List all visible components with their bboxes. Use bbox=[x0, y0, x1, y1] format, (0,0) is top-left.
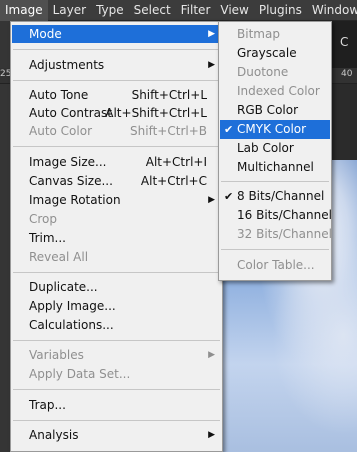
submenu-item-label: 32 Bits/Channel bbox=[237, 227, 332, 241]
submenu-item-label: CMYK Color bbox=[237, 122, 307, 136]
menu-separator bbox=[221, 249, 329, 250]
menu-item-label: Analysis bbox=[29, 428, 79, 442]
menu-item-label: Auto Tone bbox=[29, 88, 89, 102]
ruler-number: 40 bbox=[341, 69, 353, 79]
menu-item-label: Reveal All bbox=[29, 250, 89, 264]
menu-separator bbox=[13, 49, 220, 50]
submenu-item-label: Duotone bbox=[237, 65, 289, 79]
submenu-item-rgb-color[interactable]: RGB Color bbox=[220, 101, 330, 120]
left-panel-strip bbox=[0, 21, 10, 452]
menu-item-reveal-all: Reveal All bbox=[12, 248, 221, 266]
menu-item-duplicate[interactable]: Duplicate... bbox=[12, 278, 221, 296]
submenu-item-label: Grayscale bbox=[237, 46, 297, 60]
submenu-item-bitmap: Bitmap bbox=[220, 25, 330, 44]
menu-window[interactable]: Window bbox=[307, 0, 357, 21]
menu-item-variables: Variables ▶ bbox=[12, 346, 221, 364]
menu-item-label: Adjustments bbox=[29, 58, 105, 72]
menu-item-auto-tone[interactable]: Auto Tone Shift+Ctrl+L bbox=[12, 86, 221, 104]
menu-item-image-size[interactable]: Image Size... Alt+Ctrl+I bbox=[12, 153, 221, 171]
menu-item-label: Variables bbox=[29, 348, 84, 362]
submenu-item-label: RGB Color bbox=[237, 103, 299, 117]
menu-item-image-rotation[interactable]: Image Rotation ▶ bbox=[12, 191, 221, 209]
menu-filter[interactable]: Filter bbox=[176, 0, 216, 21]
menu-separator bbox=[221, 181, 329, 182]
chevron-right-icon: ▶ bbox=[208, 195, 215, 205]
mode-submenu: Bitmap Grayscale Duotone Indexed Color R… bbox=[218, 21, 332, 281]
submenu-item-label: Color Table... bbox=[237, 258, 315, 272]
menu-separator bbox=[13, 340, 220, 341]
submenu-item-label: Lab Color bbox=[237, 141, 294, 155]
menu-item-shortcut: Alt+Ctrl+C bbox=[140, 174, 207, 188]
menu-layer[interactable]: Layer bbox=[48, 0, 91, 21]
menu-item-mode[interactable]: Mode ▶ bbox=[12, 25, 221, 43]
menu-select[interactable]: Select bbox=[129, 0, 176, 21]
menu-item-label: Trim... bbox=[29, 231, 66, 245]
menu-item-label: Trap... bbox=[29, 398, 66, 412]
menu-item-label: Calculations... bbox=[29, 318, 114, 332]
menu-item-calculations[interactable]: Calculations... bbox=[12, 316, 221, 334]
menu-item-adjustments[interactable]: Adjustments ▶ bbox=[12, 56, 221, 74]
menu-item-trim[interactable]: Trim... bbox=[12, 229, 221, 247]
menu-item-label: Crop bbox=[29, 212, 58, 226]
menu-bar: t Image Layer Type Select Filter View Pl… bbox=[0, 0, 357, 21]
chevron-right-icon: ▶ bbox=[208, 430, 215, 440]
menu-item-shortcut: Alt+Shift+Ctrl+L bbox=[105, 106, 207, 120]
menu-item-apply-image[interactable]: Apply Image... bbox=[12, 297, 221, 315]
submenu-item-label: Multichannel bbox=[237, 160, 314, 174]
menu-plugins[interactable]: Plugins bbox=[254, 0, 307, 21]
menu-item-label: Image Rotation bbox=[29, 193, 121, 207]
menu-item-shortcut: Alt+Ctrl+I bbox=[145, 155, 207, 169]
submenu-item-label: Bitmap bbox=[237, 27, 280, 41]
menu-item-shortcut: Shift+Ctrl+B bbox=[130, 124, 207, 138]
menu-image[interactable]: Image bbox=[0, 0, 48, 21]
menu-separator bbox=[13, 80, 220, 81]
submenu-item-grayscale[interactable]: Grayscale bbox=[220, 44, 330, 63]
menu-item-trap[interactable]: Trap... bbox=[12, 396, 221, 414]
submenu-item-16-bits[interactable]: 16 Bits/Channel bbox=[220, 206, 332, 225]
submenu-item-lab-color[interactable]: Lab Color bbox=[220, 139, 330, 158]
submenu-item-duotone: Duotone bbox=[220, 63, 330, 82]
menu-item-analysis[interactable]: Analysis ▶ bbox=[12, 426, 221, 444]
menu-item-auto-contrast[interactable]: Auto Contrast Alt+Shift+Ctrl+L bbox=[12, 104, 221, 122]
checkmark-icon: ✔ bbox=[224, 123, 234, 136]
menu-view[interactable]: View bbox=[215, 0, 253, 21]
submenu-item-cmyk-color[interactable]: ✔ CMYK Color bbox=[220, 120, 330, 139]
submenu-item-indexed-color: Indexed Color bbox=[220, 82, 330, 101]
menu-item-label: Auto Color bbox=[29, 124, 93, 138]
menu-separator bbox=[13, 146, 220, 147]
menu-item-apply-data-set: Apply Data Set... bbox=[12, 365, 221, 383]
submenu-item-color-table: Color Table... bbox=[220, 256, 330, 275]
chevron-right-icon: ▶ bbox=[208, 29, 215, 39]
menu-item-label: Apply Data Set... bbox=[29, 367, 131, 381]
options-bar-text: C bbox=[340, 35, 349, 49]
menu-item-crop: Crop bbox=[12, 210, 221, 228]
menu-item-canvas-size[interactable]: Canvas Size... Alt+Ctrl+C bbox=[12, 172, 221, 190]
submenu-item-multichannel[interactable]: Multichannel bbox=[220, 158, 330, 177]
image-menu: Mode ▶ Adjustments ▶ Auto Tone Shift+Ctr… bbox=[10, 21, 223, 452]
checkmark-icon: ✔ bbox=[224, 190, 234, 203]
submenu-item-8-bits[interactable]: ✔ 8 Bits/Channel bbox=[220, 187, 330, 206]
options-bar-edge: C bbox=[332, 21, 357, 68]
submenu-item-32-bits: 32 Bits/Channel bbox=[220, 225, 332, 244]
menu-item-label: Duplicate... bbox=[29, 280, 98, 294]
menu-separator bbox=[13, 420, 220, 421]
menu-item-label: Apply Image... bbox=[29, 299, 116, 313]
menu-item-auto-color: Auto Color Shift+Ctrl+B bbox=[12, 122, 221, 140]
submenu-item-label: 16 Bits/Channel bbox=[237, 208, 332, 222]
menu-item-shortcut: Shift+Ctrl+L bbox=[131, 88, 207, 102]
submenu-item-label: 8 Bits/Channel bbox=[237, 189, 325, 203]
chevron-right-icon: ▶ bbox=[208, 60, 215, 70]
menu-separator bbox=[13, 389, 220, 390]
menu-separator bbox=[13, 272, 220, 273]
menu-item-label: Canvas Size... bbox=[29, 174, 113, 188]
menu-type[interactable]: Type bbox=[91, 0, 129, 21]
submenu-item-label: Indexed Color bbox=[237, 84, 320, 98]
menu-item-label: Mode bbox=[29, 27, 62, 41]
menu-item-label: Image Size... bbox=[29, 155, 107, 169]
chevron-right-icon: ▶ bbox=[208, 350, 215, 360]
menu-item-label: Auto Contrast bbox=[29, 106, 112, 120]
